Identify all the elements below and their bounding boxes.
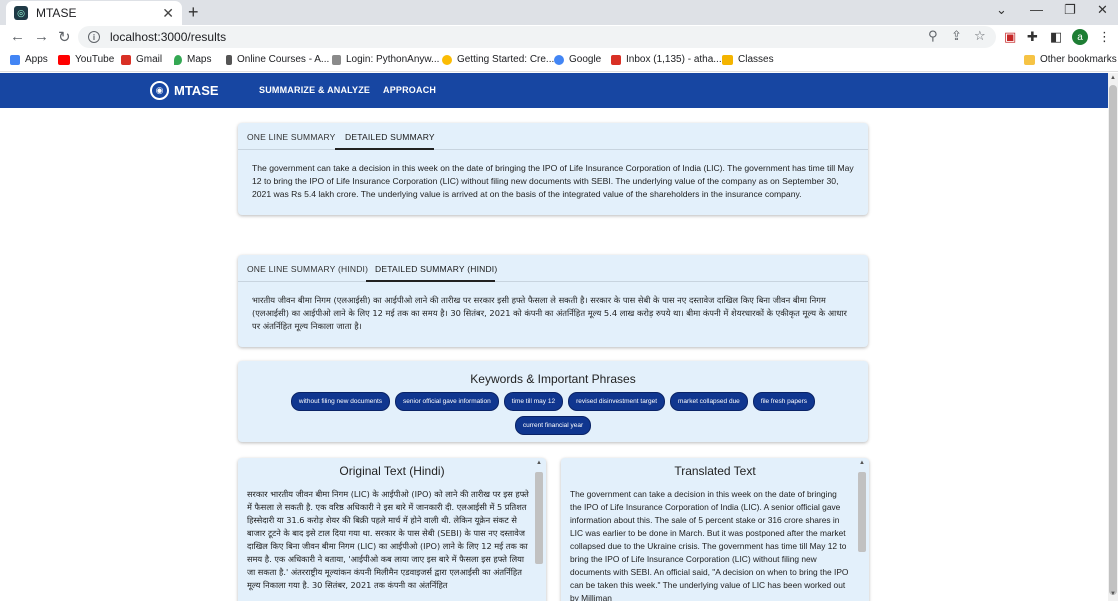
bookmark-google[interactable]: Google bbox=[554, 54, 601, 65]
keyword-chip[interactable]: senior official gave information bbox=[395, 392, 499, 411]
app-navbar: ◉ MTASE SUMMARIZE & ANALYZE APPROACH bbox=[0, 73, 1108, 108]
gmail-icon bbox=[121, 54, 131, 65]
tab-title: MTASE bbox=[36, 6, 77, 20]
maps-pin-icon bbox=[174, 54, 182, 65]
new-tab-button[interactable]: + bbox=[188, 2, 199, 23]
translated-text-title: Translated Text bbox=[674, 464, 756, 478]
bookmarks-bar: Apps YouTube Gmail Maps Online Courses -… bbox=[0, 49, 1118, 72]
keywords-card: Keywords & Important Phrases without fil… bbox=[238, 361, 868, 442]
close-tab-icon[interactable]: ✕ bbox=[162, 5, 174, 22]
app-favicon-icon: ◎ bbox=[14, 6, 28, 20]
hindi-summary-card: ONE LINE SUMMARY (HINDI) DETAILED SUMMAR… bbox=[238, 255, 868, 347]
keyword-chips: without filing new documents senior offi… bbox=[238, 386, 868, 449]
original-pane-scrollbar[interactable]: ▲ bbox=[534, 460, 544, 601]
forward-icon[interactable]: → bbox=[34, 28, 49, 45]
profile-avatar[interactable]: a bbox=[1072, 29, 1088, 45]
keyword-chip[interactable]: file fresh papers bbox=[752, 392, 816, 411]
classroom-icon bbox=[722, 54, 733, 65]
gmail-icon bbox=[611, 54, 621, 65]
tab-one-line-summary-hindi[interactable]: ONE LINE SUMMARY (HINDI) bbox=[247, 264, 368, 274]
bookmark-star-icon[interactable]: ☆ bbox=[974, 28, 986, 44]
tab-detailed-summary-hindi[interactable]: DETAILED SUMMARY (HINDI) bbox=[375, 264, 497, 274]
tab-detailed-summary[interactable]: DETAILED SUMMARY bbox=[345, 132, 435, 142]
scroll-up-icon[interactable]: ▲ bbox=[1110, 75, 1116, 81]
bookmark-pythonanywhere[interactable]: Login: PythonAnyw... bbox=[332, 54, 439, 65]
brand-logo-icon: ◉ bbox=[150, 81, 169, 100]
scroll-up-icon[interactable]: ▲ bbox=[536, 460, 542, 466]
active-tab-indicator bbox=[335, 148, 434, 150]
youtube-icon bbox=[58, 54, 70, 65]
zoom-icon[interactable]: ⚲ bbox=[928, 28, 938, 44]
close-window-button[interactable]: ✕ bbox=[1097, 2, 1108, 18]
reload-icon[interactable]: ↻ bbox=[58, 28, 71, 46]
bookmark-inbox[interactable]: Inbox (1,135) - atha... bbox=[611, 54, 722, 65]
original-text-pane[interactable]: Original Text (Hindi) सरकार भारतीय जीवन … bbox=[238, 458, 546, 601]
pocket-extension-icon[interactable]: ▣ bbox=[1004, 29, 1016, 45]
apps-grid-icon bbox=[10, 54, 20, 65]
share-icon[interactable]: ⇪ bbox=[951, 28, 962, 44]
minimize-button[interactable]: — bbox=[1030, 2, 1043, 17]
course-site-icon bbox=[226, 54, 232, 65]
bookmark-maps[interactable]: Maps bbox=[174, 54, 211, 65]
page-scrollbar-thumb[interactable] bbox=[1109, 85, 1117, 595]
back-icon[interactable]: ← bbox=[10, 28, 25, 45]
brand-name: MTASE bbox=[174, 83, 219, 98]
pythonanywhere-icon bbox=[332, 54, 341, 65]
bookmark-youtube[interactable]: YouTube bbox=[58, 54, 114, 65]
browser-toolbar: ← → ↻ i localhost:3000/results ⚲ ⇪ ☆ ▣ ✚… bbox=[0, 25, 1118, 49]
page-scrollbar[interactable]: ▲ ▼ bbox=[1108, 73, 1118, 601]
keyword-chip[interactable]: time till may 12 bbox=[503, 392, 564, 411]
bookmark-classes[interactable]: Classes bbox=[722, 54, 774, 65]
keyword-chip[interactable]: market collapsed due bbox=[670, 392, 748, 411]
menu-icon[interactable]: ⋮ bbox=[1098, 29, 1111, 45]
active-tab-indicator bbox=[366, 280, 495, 282]
translated-text-body: The government can take a decision in th… bbox=[570, 489, 849, 601]
scroll-down-icon[interactable]: ▼ bbox=[1110, 591, 1116, 597]
bookmark-getting-started[interactable]: Getting Started: Cre... bbox=[442, 54, 554, 65]
hindi-summary-text: भारतीय जीवन बीमा निगम (एलआईसी) का आईपीओ … bbox=[252, 295, 847, 331]
maximize-button[interactable]: ❐ bbox=[1064, 2, 1076, 18]
nav-approach[interactable]: APPROACH bbox=[383, 85, 436, 95]
folder-icon bbox=[1024, 54, 1035, 65]
other-bookmarks[interactable]: Other bookmarks bbox=[1024, 54, 1117, 65]
original-text-title: Original Text (Hindi) bbox=[339, 464, 445, 478]
summary-card: ONE LINE SUMMARY DETAILED SUMMARY The go… bbox=[238, 123, 868, 215]
address-bar[interactable]: i localhost:3000/results bbox=[78, 26, 996, 48]
url-text: localhost:3000/results bbox=[110, 30, 227, 44]
bookmark-gmail[interactable]: Gmail bbox=[121, 54, 162, 65]
summary-tabs: ONE LINE SUMMARY DETAILED SUMMARY bbox=[238, 123, 868, 150]
bookmark-online-courses[interactable]: Online Courses - A... bbox=[226, 54, 329, 65]
keyword-chip[interactable]: revised disinvestment target bbox=[568, 392, 666, 411]
scrollbar-thumb[interactable] bbox=[535, 472, 543, 564]
translated-text-pane[interactable]: Translated Text The government can take … bbox=[561, 458, 869, 601]
site-info-icon[interactable]: i bbox=[88, 31, 100, 43]
tab-one-line-summary[interactable]: ONE LINE SUMMARY bbox=[247, 132, 336, 142]
original-text-body: सरकार भारतीय जीवन बीमा निगम (LIC) के आईप… bbox=[247, 489, 529, 590]
keyword-chip[interactable]: current financial year bbox=[514, 416, 592, 435]
scroll-up-icon[interactable]: ▲ bbox=[859, 460, 865, 466]
bookmark-apps[interactable]: Apps bbox=[10, 54, 48, 65]
drive-icon bbox=[442, 54, 452, 65]
tab-search-icon[interactable]: ⌄ bbox=[996, 2, 1007, 18]
brand-logo[interactable]: ◉ MTASE bbox=[150, 81, 219, 100]
side-panel-icon[interactable]: ◧ bbox=[1050, 29, 1062, 45]
keywords-title: Keywords & Important Phrases bbox=[470, 372, 636, 386]
extensions-icon[interactable]: ✚ bbox=[1027, 29, 1038, 45]
translated-pane-scrollbar[interactable]: ▲ bbox=[857, 460, 867, 601]
page-content: ONE LINE SUMMARY DETAILED SUMMARY The go… bbox=[0, 108, 1108, 601]
scrollbar-thumb[interactable] bbox=[858, 472, 866, 552]
keyword-chip[interactable]: without filing new documents bbox=[290, 392, 391, 411]
google-icon bbox=[554, 54, 564, 65]
browser-tab[interactable]: ◎ MTASE ✕ bbox=[6, 1, 182, 25]
summary-text: The government can take a decision in th… bbox=[252, 163, 854, 199]
nav-summarize-analyze[interactable]: SUMMARIZE & ANALYZE bbox=[259, 85, 370, 95]
hindi-summary-tabs: ONE LINE SUMMARY (HINDI) DETAILED SUMMAR… bbox=[238, 255, 868, 282]
browser-tabstrip: ◎ MTASE ✕ + ⌄ — ❐ ✕ bbox=[0, 0, 1118, 25]
